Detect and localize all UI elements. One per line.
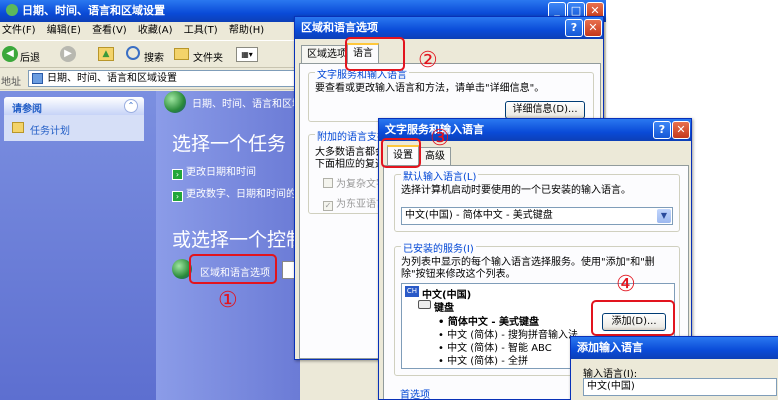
installed-services-line-2: 除"按钮来修改这个列表。	[401, 269, 516, 280]
annotation-number-1: ①	[218, 288, 238, 313]
chevron-down-icon[interactable]: ▼	[657, 209, 671, 223]
regional-close-button[interactable]: ✕	[584, 19, 602, 37]
task-change-number-format[interactable]: › 更改数字、日期和时间的	[172, 185, 296, 202]
annotation-number-4: ④	[616, 272, 636, 297]
search-icon[interactable]	[126, 46, 140, 60]
regional-title-bar[interactable]: 区域和语言选项	[295, 17, 603, 39]
pick-icon-heading: 或选择一个控制面板	[172, 229, 300, 251]
task-arrow-icon: ›	[172, 169, 183, 180]
views-icon[interactable]: ▦▾	[236, 47, 258, 62]
globe-icon	[164, 91, 186, 113]
menu-file[interactable]: 文件(F)	[2, 25, 36, 36]
regional-options-label: 区域和语言选项	[200, 268, 270, 279]
tree-item[interactable]: • 中文 (简体) - 全拼	[438, 352, 528, 367]
details-button[interactable]: 详细信息(D)...	[505, 101, 585, 119]
content-header: 日期、时间、语言和区域设置	[192, 99, 300, 110]
address-label: 地址	[1, 77, 21, 88]
tree-keyboard[interactable]: 键盘	[434, 299, 454, 314]
left-pane: 请参阅 ⌃ 任务计划	[0, 91, 156, 400]
checkmark-icon: ✓	[323, 201, 333, 211]
main-title-icon	[6, 4, 18, 16]
menu-bar: 文件(F) 编辑(E) 查看(V) 收藏(A) 工具(T) 帮助(H)	[0, 22, 300, 40]
scheduled-tasks-icon	[12, 122, 24, 133]
up-folder-icon[interactable]: ▲	[98, 47, 114, 61]
menu-help[interactable]: 帮助(H)	[229, 25, 264, 36]
tab-languages[interactable]: 语言	[347, 43, 379, 63]
regional-options-icon-item[interactable]: 区域和语言选项	[172, 259, 300, 283]
toolbar: ◀ 后退 ▶ ▲ 搜索 文件夹 ▦▾	[0, 40, 300, 68]
main-title-text: 日期、时间、语言和区域设置	[22, 4, 165, 17]
east-asian-checkbox[interactable]: ✓ 为东亚语言	[323, 195, 386, 211]
control-panel-icon	[32, 73, 43, 84]
tab-settings[interactable]: 设置	[387, 145, 419, 165]
folders-label[interactable]: 文件夹	[193, 49, 223, 64]
menu-view[interactable]: 查看(V)	[92, 25, 127, 36]
regional-help-button[interactable]: ?	[565, 19, 583, 37]
address-bar: 地址 日期、时间、语言和区域设置	[0, 68, 300, 90]
text-services-help-button[interactable]: ?	[653, 121, 671, 139]
add-dialog-title-bar[interactable]: 添加输入语言	[571, 337, 778, 359]
text-services-description: 要查看或更改输入语言和方法，请单击"详细信息"。	[315, 83, 545, 94]
back-icon[interactable]: ◀	[2, 46, 18, 62]
lang-badge-icon: CH	[405, 286, 419, 297]
regional-globe-icon	[172, 259, 192, 279]
address-value: 日期、时间、语言和区域设置	[47, 73, 177, 84]
add-input-language-dialog: 添加输入语言 输入语言(I): 中文(中国)	[570, 336, 778, 400]
text-services-title-bar[interactable]: 文字服务和输入语言	[379, 119, 691, 141]
see-also-panel: 请参阅 ⌃ 任务计划	[4, 97, 144, 141]
default-language-description: 选择计算机启动时要使用的一个已安装的输入语言。	[401, 185, 631, 196]
scheduled-tasks-link[interactable]: 任务计划	[30, 122, 70, 137]
folders-icon[interactable]	[174, 48, 189, 60]
tab-regional-options[interactable]: 区域选项	[301, 45, 353, 63]
see-also-title: 请参阅	[12, 104, 42, 115]
regional-title-text: 区域和语言选项	[301, 21, 378, 34]
annotation-number-2: ②	[418, 48, 438, 73]
task-change-date-time[interactable]: › 更改日期和时间	[172, 163, 256, 180]
supplemental-text-line-2: 下面相应的复选	[315, 159, 385, 170]
add-button[interactable]: 添加(D)...	[602, 313, 666, 331]
forward-icon[interactable]: ▶	[60, 46, 76, 62]
input-language-select[interactable]: 中文(中国)	[583, 378, 777, 396]
add-dialog-title-text: 添加输入语言	[577, 341, 643, 354]
default-language-select[interactable]: 中文(中国) - 简体中文 - 美式键盘 ▼	[401, 207, 673, 225]
menu-favorites[interactable]: 收藏(A)	[138, 25, 173, 36]
input-language-value: 中文(中国)	[587, 381, 635, 392]
checkbox-icon	[323, 178, 333, 188]
task-arrow-icon: ›	[172, 191, 183, 202]
content-pane: 日期、时间、语言和区域设置 选择一个任务 ›更改日期和时间 ›更改数字、日期和时…	[156, 91, 300, 400]
keyboard-icon	[418, 300, 431, 309]
address-input[interactable]: 日期、时间、语言和区域设置	[28, 70, 300, 87]
preferences-label: 首选项	[400, 390, 430, 400]
menu-tools[interactable]: 工具(T)	[184, 25, 218, 36]
default-language-value: 中文(中国) - 简体中文 - 美式键盘	[405, 210, 553, 221]
pick-task-heading: 选择一个任务	[172, 133, 287, 155]
back-label[interactable]: 后退	[20, 49, 40, 64]
search-label[interactable]: 搜索	[144, 49, 164, 64]
annotation-number-3: ③	[430, 126, 450, 151]
see-also-header[interactable]: 请参阅 ⌃	[4, 97, 144, 115]
text-services-close-button[interactable]: ✕	[672, 121, 690, 139]
menu-edit[interactable]: 编辑(E)	[47, 25, 81, 36]
default-language-group: 默认输入语言(L) 选择计算机启动时要使用的一个已安装的输入语言。 中文(中国)…	[394, 168, 680, 232]
collapse-chevron-icon[interactable]: ⌃	[124, 99, 138, 113]
text-services-group: 文字服务和输入语言 要查看或更改输入语言和方法，请单击"详细信息"。 详细信息(…	[308, 66, 594, 122]
complex-script-checkbox[interactable]: 为复杂文字	[323, 175, 386, 190]
